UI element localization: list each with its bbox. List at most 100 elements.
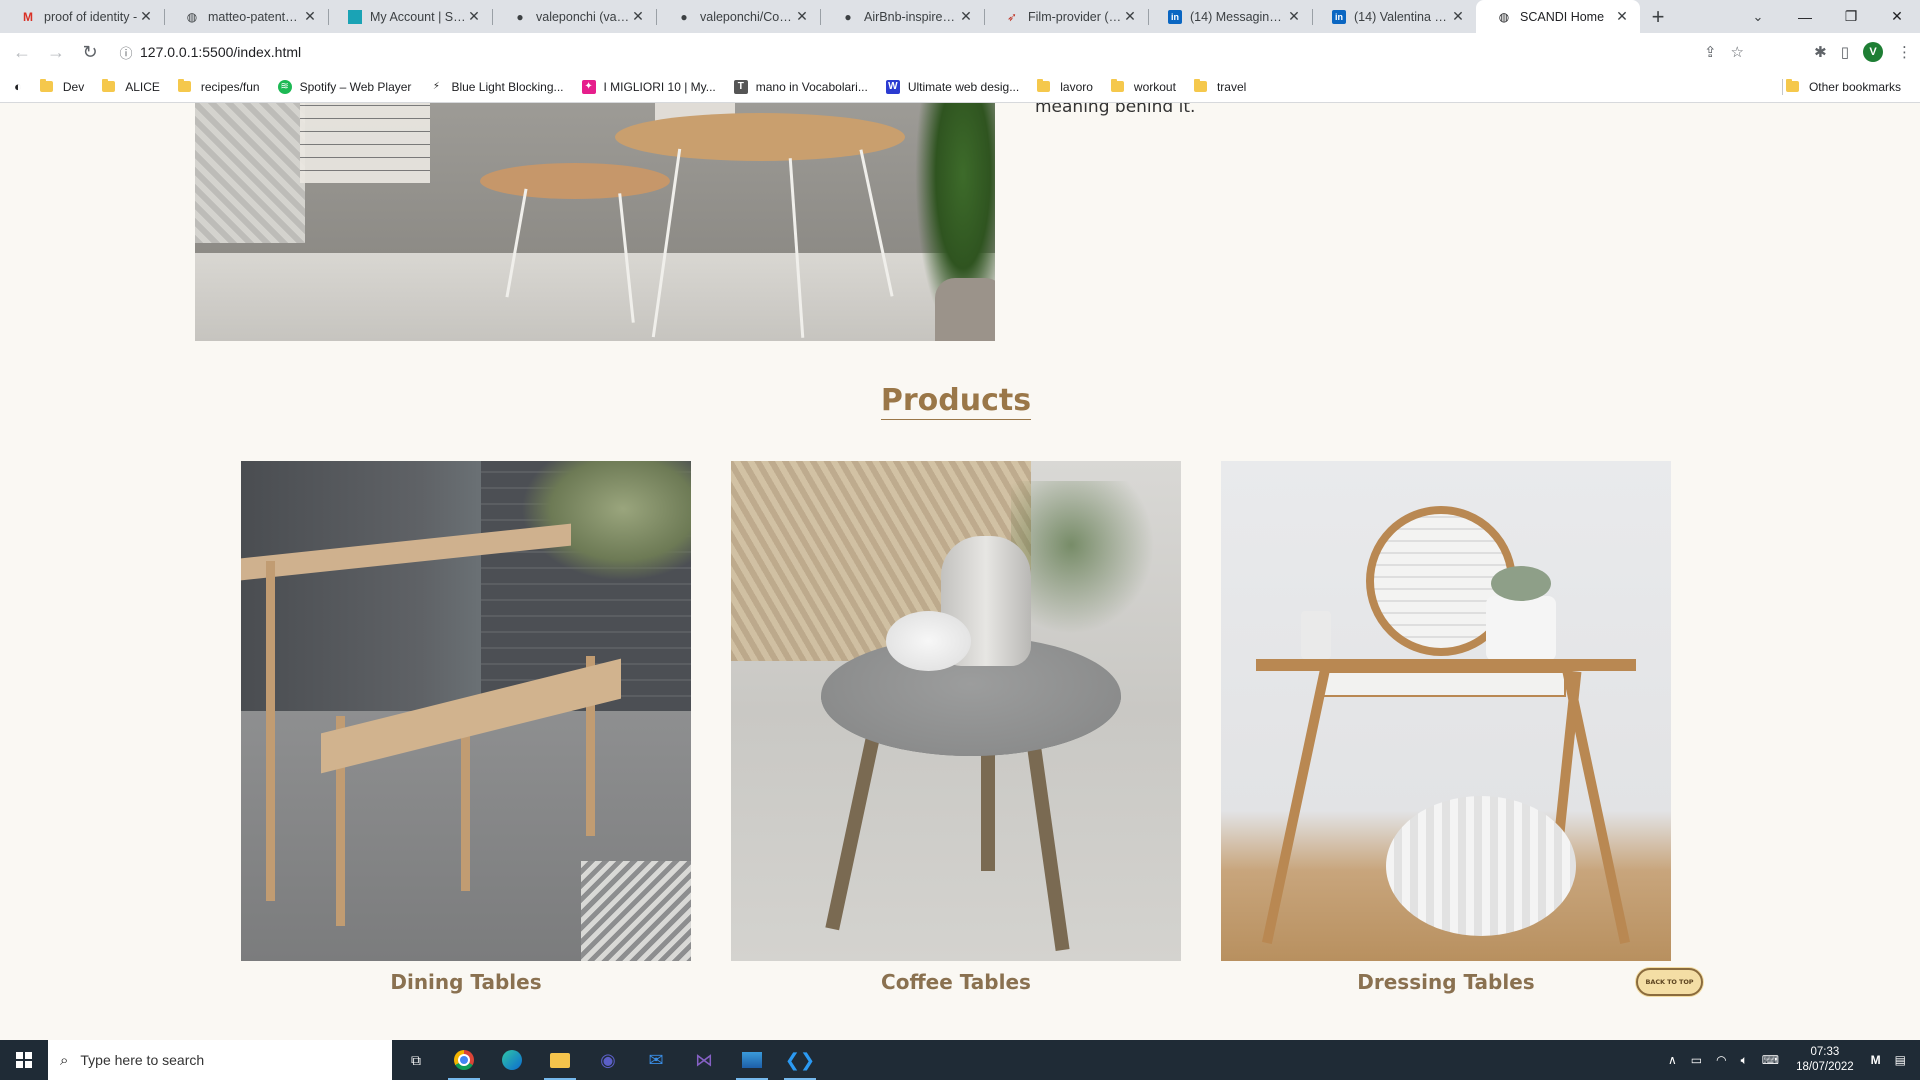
back-icon[interactable]: ← [6, 36, 38, 68]
close-icon[interactable]: ✕ [958, 8, 974, 25]
bookmark-label: recipes/fun [200, 79, 260, 94]
forward-icon[interactable]: → [40, 36, 72, 68]
w-icon: W [885, 79, 900, 94]
notifications-icon[interactable]: ▤ [1888, 1053, 1920, 1067]
github-icon: ● [844, 9, 852, 24]
close-icon[interactable]: ✕ [1450, 8, 1466, 25]
close-icon[interactable]: ✕ [630, 8, 646, 25]
product-card-coffee[interactable]: Coffee Tables [731, 461, 1181, 994]
side-panel-icon[interactable]: ▯ [1841, 43, 1849, 61]
extensions-icon[interactable]: ✱ [1814, 43, 1827, 61]
start-button[interactable] [0, 1040, 48, 1080]
avatar[interactable]: V [1863, 42, 1883, 62]
bookmark-folder[interactable]: travel [1185, 79, 1255, 94]
product-caption[interactable]: Dining Tables [241, 970, 691, 994]
new-tab-button[interactable]: + [1640, 0, 1676, 33]
keyboard-icon[interactable]: ⌨ [1755, 1053, 1786, 1067]
tab-title: Film-provider (Net [1028, 9, 1122, 24]
info-icon[interactable]: ⓘ [112, 43, 140, 62]
wifi-icon[interactable]: ◠ [1709, 1053, 1733, 1067]
visual-studio-icon[interactable]: ⋈ [680, 1040, 728, 1080]
bookmark-folder[interactable]: lavoro [1028, 79, 1102, 94]
bookmark-folder[interactable]: workout [1102, 79, 1185, 94]
chevron-up-icon[interactable]: ∧ [1661, 1053, 1684, 1067]
pouf-shape [1386, 796, 1576, 936]
folder-icon [1785, 79, 1799, 92]
url-text[interactable]: 127.0.0.1:5500/index.html [140, 44, 301, 60]
product-caption[interactable]: Dressing Tables [1221, 970, 1671, 994]
file-explorer-icon[interactable] [536, 1040, 584, 1080]
taskbar-search[interactable]: ⌕ Type here to search [48, 1040, 392, 1080]
edge-icon[interactable] [488, 1040, 536, 1080]
window-controls: — ❐ ✕ [1782, 0, 1920, 33]
product-caption[interactable]: Coffee Tables [731, 970, 1181, 994]
browser-tab[interactable]: ● valeponchi/Costa- ✕ [656, 0, 820, 33]
share-icon[interactable]: ⇪ [1704, 43, 1717, 61]
close-icon[interactable]: ✕ [466, 8, 482, 25]
browser-tab[interactable]: My Account | South ✕ [328, 0, 492, 33]
apps-icon[interactable]: ◐ [0, 79, 31, 94]
dressing-table-image[interactable] [1221, 461, 1671, 961]
search-placeholder: Type here to search [80, 1052, 205, 1068]
browser-tab[interactable]: ● valeponchi (valepo ✕ [492, 0, 656, 33]
table-leg-shape [825, 731, 881, 931]
bookmark-link[interactable]: Tmano in Vocabolari... [725, 79, 877, 94]
photos-icon[interactable] [728, 1040, 776, 1080]
chrome-icon[interactable] [440, 1040, 488, 1080]
browser-tab[interactable]: ◍ matteo-patente-EU ✕ [164, 0, 328, 33]
close-icon[interactable]: ✕ [1122, 8, 1138, 25]
bookmark-star-icon[interactable]: ☆ [1731, 43, 1744, 61]
app-icon[interactable]: ◉ [584, 1040, 632, 1080]
bookmark-folder[interactable]: recipes/fun [169, 79, 269, 94]
restore-icon[interactable]: ❐ [1828, 0, 1874, 33]
browser-tab[interactable]: in (14) Valentina Pon ✕ [1312, 0, 1476, 33]
volume-icon[interactable]: 🔈︎ [1734, 1053, 1755, 1068]
browser-tab[interactable]: in (14) Messaging | Li ✕ [1148, 0, 1312, 33]
bookmark-folder[interactable]: Dev [31, 79, 93, 94]
bookmark-folder[interactable]: ALICE [93, 79, 169, 94]
bookmark-link[interactable]: W Ultimate web desig... [877, 79, 1028, 94]
browser-tab[interactable]: ● AirBnb-inspired-gr ✕ [820, 0, 984, 33]
task-view-icon[interactable]: ⧉ [392, 1040, 440, 1080]
search-icon: ⌕ [60, 1051, 69, 1069]
browser-tab[interactable]: M proof of identity - ✕ [0, 0, 164, 33]
address-bar[interactable]: ⓘ 127.0.0.1:5500/index.html ⇪ ☆ [112, 38, 1752, 66]
close-icon[interactable]: ✕ [794, 8, 810, 25]
vscode-icon[interactable]: ❮❯ [776, 1040, 824, 1080]
browser-tab-active[interactable]: ◍ SCANDI Home ✕ [1476, 0, 1640, 33]
github-icon: ● [516, 9, 524, 24]
bookmark-link[interactable]: ≋ Spotify – Web Player [269, 79, 421, 94]
close-icon[interactable]: ✕ [1614, 8, 1630, 25]
close-icon[interactable]: ✕ [138, 8, 154, 25]
close-window-icon[interactable]: ✕ [1874, 0, 1920, 33]
tab-search-icon[interactable]: ⌄ [1738, 0, 1778, 33]
battery-icon[interactable]: ▭ [1684, 1053, 1709, 1067]
bookmark-label: Spotify – Web Player [299, 79, 412, 94]
plant-pot-shape [1486, 566, 1556, 661]
drawer-shape [1321, 671, 1566, 697]
mail-icon[interactable]: ✉ [632, 1040, 680, 1080]
other-bookmarks[interactable]: Other bookmarks [1777, 71, 1910, 102]
products-heading-text: Products [880, 383, 1032, 420]
windows-taskbar: ⌕ Type here to search ⧉ ◉ ✉ ⋈ ❮❯ ∧ ▭ ◠ 🔈… [0, 1040, 1920, 1080]
clock[interactable]: 07:33 18/07/2022 [1786, 1045, 1864, 1075]
bolt-icon: ⚡ [432, 81, 440, 92]
linkedin-icon: in [1332, 9, 1346, 24]
reload-icon[interactable]: ↻ [74, 36, 106, 68]
menu-icon[interactable]: ⋮ [1897, 43, 1912, 61]
dining-table-image[interactable] [241, 461, 691, 961]
tab-title: (14) Valentina Pon [1354, 9, 1450, 24]
coffee-table-image[interactable] [731, 461, 1181, 961]
rug-shape [195, 253, 995, 341]
bookmark-link[interactable]: ⚡ Blue Light Blocking... [420, 80, 572, 94]
close-icon[interactable]: ✕ [302, 8, 318, 25]
product-card-dressing[interactable]: Dressing Tables [1221, 461, 1671, 994]
globe-icon: ◍ [186, 9, 198, 24]
bookmark-link[interactable]: ✦ I MIGLIORI 10 | My... [573, 79, 725, 94]
app-tray-icon[interactable]: M [1864, 1053, 1888, 1067]
browser-tab[interactable]: ➶ Film-provider (Net ✕ [984, 0, 1148, 33]
back-to-top-button[interactable]: BACK TO TOP [1636, 968, 1703, 996]
product-card-dining[interactable]: Dining Tables [241, 461, 691, 994]
close-icon[interactable]: ✕ [1286, 8, 1302, 25]
minimize-icon[interactable]: — [1782, 0, 1828, 33]
